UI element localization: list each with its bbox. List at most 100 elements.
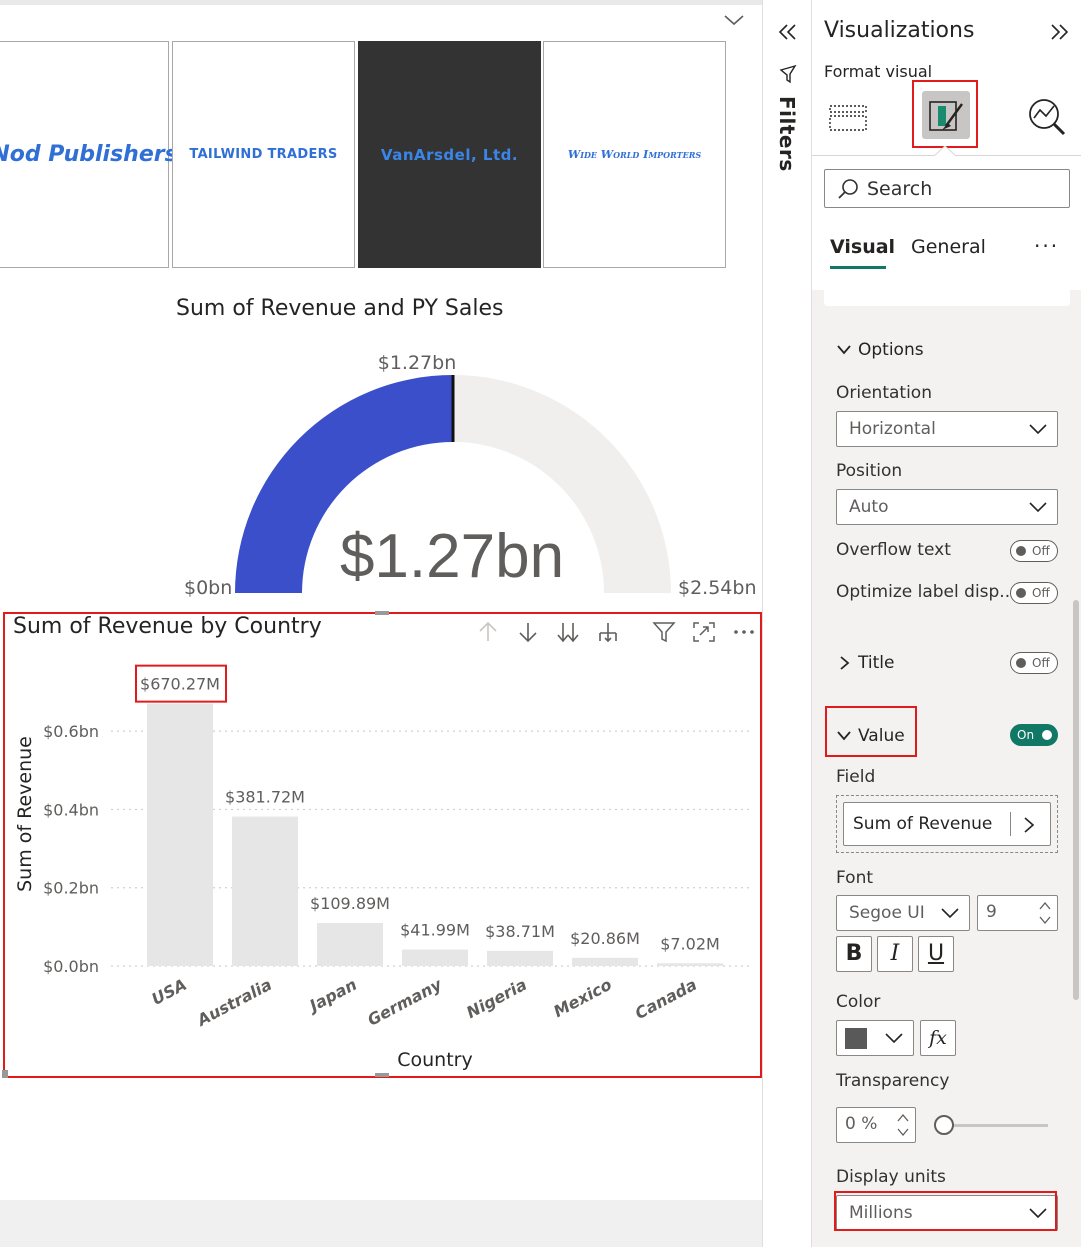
overflow-text-toggle[interactable]: Off (1010, 540, 1058, 562)
data-label: $38.71M (485, 922, 555, 941)
logo-tile-tailwind-traders[interactable]: TAILWIND TRADERS (172, 41, 355, 268)
bar[interactable] (317, 923, 383, 966)
chevron-right-icon[interactable] (1022, 816, 1036, 834)
x-tick-label: Japan (304, 975, 360, 1017)
font-size-spinner[interactable]: 9 (977, 895, 1058, 931)
toggle-knob (1016, 546, 1026, 556)
title-card: Title Off (824, 633, 1070, 693)
bar[interactable] (147, 704, 213, 966)
highlight-format-icon (912, 80, 978, 148)
y-tick-label: $0.6bn (43, 722, 99, 741)
filter-funnel-icon (779, 64, 799, 86)
more-options-icon[interactable]: ··· (1034, 234, 1059, 258)
italic-button[interactable]: I (877, 936, 913, 972)
bar-chart-visual[interactable]: $0.0bn$0.2bn$0.4bn$0.6bn$670.27MUSA$381.… (3, 612, 762, 1078)
more-options-icon[interactable] (731, 620, 757, 644)
transparency-slider-thumb[interactable] (934, 1115, 954, 1135)
transparency-spinner[interactable]: 0 % (836, 1107, 916, 1143)
data-label: $381.72M (225, 788, 305, 807)
underline-button[interactable]: U (918, 936, 954, 972)
drill-down-icon[interactable] (515, 620, 541, 644)
logo-wide-world-importers: Wide World Importers (568, 148, 701, 161)
gauge-min-label: $0bn (184, 577, 232, 599)
optimize-label-toggle[interactable]: Off (1010, 582, 1058, 604)
color-picker[interactable] (836, 1020, 914, 1056)
x-tick-label: Mexico (550, 975, 615, 1021)
toggle-knob (1016, 658, 1026, 668)
position-value: Auto (849, 497, 888, 517)
tab-visual[interactable]: Visual (830, 236, 895, 258)
font-label: Font (836, 868, 873, 888)
toggle-knob (1042, 730, 1052, 740)
tab-general[interactable]: General (911, 236, 986, 258)
logo-vanarsdel: VanArsdel, Ltd. (381, 146, 518, 164)
logo-tile-vanarsdel[interactable]: VanArsdel, Ltd. (358, 41, 541, 268)
options-header[interactable]: Options (836, 340, 924, 360)
data-label: $109.89M (310, 894, 390, 913)
visual-title: Sum of Revenue by Country (13, 614, 322, 639)
orientation-value: Horizontal (849, 419, 936, 439)
format-icon-bar (812, 80, 1081, 156)
spinner-arrows-icon[interactable] (897, 1111, 909, 1139)
spinner-arrows-icon[interactable] (1039, 899, 1051, 927)
collapse-left-icon[interactable] (777, 22, 799, 42)
transparency-slider-track[interactable] (938, 1124, 1048, 1127)
options-header-label: Options (858, 340, 924, 360)
position-label: Position (836, 461, 902, 481)
filters-pane-collapsed[interactable]: Filters (762, 0, 812, 1247)
previous-card-edge (824, 272, 1070, 306)
resize-handle-top[interactable] (375, 611, 389, 615)
resize-handle-bottom[interactable] (375, 1073, 389, 1077)
chevron-down-icon (1029, 423, 1047, 435)
logo-tailwind-traders: TAILWIND TRADERS (189, 147, 337, 162)
chevron-down-icon (1029, 501, 1047, 513)
chevron-down-icon[interactable] (722, 10, 746, 30)
orientation-label: Orientation (836, 383, 932, 403)
search-input[interactable]: Search (824, 169, 1070, 208)
data-label: $41.99M (400, 921, 470, 940)
logo-tile-wide-world-importers[interactable]: Wide World Importers (543, 41, 726, 268)
gauge-target-label: $1.27bn (378, 352, 457, 374)
transparency-value: 0 % (845, 1114, 877, 1134)
logo-tile-nod-publishers[interactable]: Nod Publishers (0, 41, 169, 268)
conditional-format-fx-button[interactable]: fx (920, 1020, 956, 1056)
focus-mode-icon[interactable] (691, 620, 717, 644)
pane-title: Visualizations (824, 18, 974, 43)
drill-up-icon[interactable] (475, 620, 501, 644)
bar[interactable] (572, 958, 638, 966)
title-header-label: Title (858, 653, 894, 673)
data-label: $670.27M (140, 675, 220, 694)
top-divider (0, 0, 762, 5)
resize-handle-corner[interactable] (2, 1070, 8, 1078)
format-visual-label: Format visual (824, 62, 932, 81)
bold-button[interactable]: B (836, 936, 872, 972)
toggle-state: Off (1032, 544, 1050, 558)
highlight-display-units (834, 1191, 1057, 1231)
expand-right-icon[interactable] (1048, 22, 1070, 42)
value-toggle[interactable]: On (1010, 724, 1058, 746)
data-label: $7.02M (660, 934, 720, 953)
expand-hierarchy-icon[interactable] (595, 620, 621, 644)
toggle-knob (1016, 588, 1026, 598)
filter-icon[interactable] (651, 620, 677, 644)
position-dropdown[interactable]: Auto (836, 489, 1058, 525)
build-visual-icon[interactable] (826, 92, 872, 140)
field-input[interactable]: Sum of Revenue (843, 802, 1051, 846)
gauge-chart[interactable]: $1.27bn $1.27bn $0bn $2.54bn (180, 340, 760, 605)
x-tick-label: Germany (364, 974, 445, 1029)
bar[interactable] (402, 950, 468, 966)
bar[interactable] (657, 963, 723, 966)
title-toggle[interactable]: Off (1010, 652, 1058, 674)
bar[interactable] (232, 817, 298, 966)
orientation-dropdown[interactable]: Horizontal (836, 411, 1058, 447)
font-family-dropdown[interactable]: Segoe UI (836, 895, 970, 931)
tab-visual-underline (830, 266, 886, 269)
next-level-icon[interactable] (555, 620, 581, 644)
field-separator (1010, 812, 1011, 836)
bar[interactable] (487, 951, 553, 966)
field-value: Sum of Revenue (853, 814, 992, 834)
pane-scrollbar[interactable] (1073, 600, 1079, 1000)
title-header[interactable]: Title (836, 653, 894, 673)
active-tab-pointer (934, 146, 956, 157)
analytics-magnifier-icon[interactable] (1024, 92, 1070, 140)
